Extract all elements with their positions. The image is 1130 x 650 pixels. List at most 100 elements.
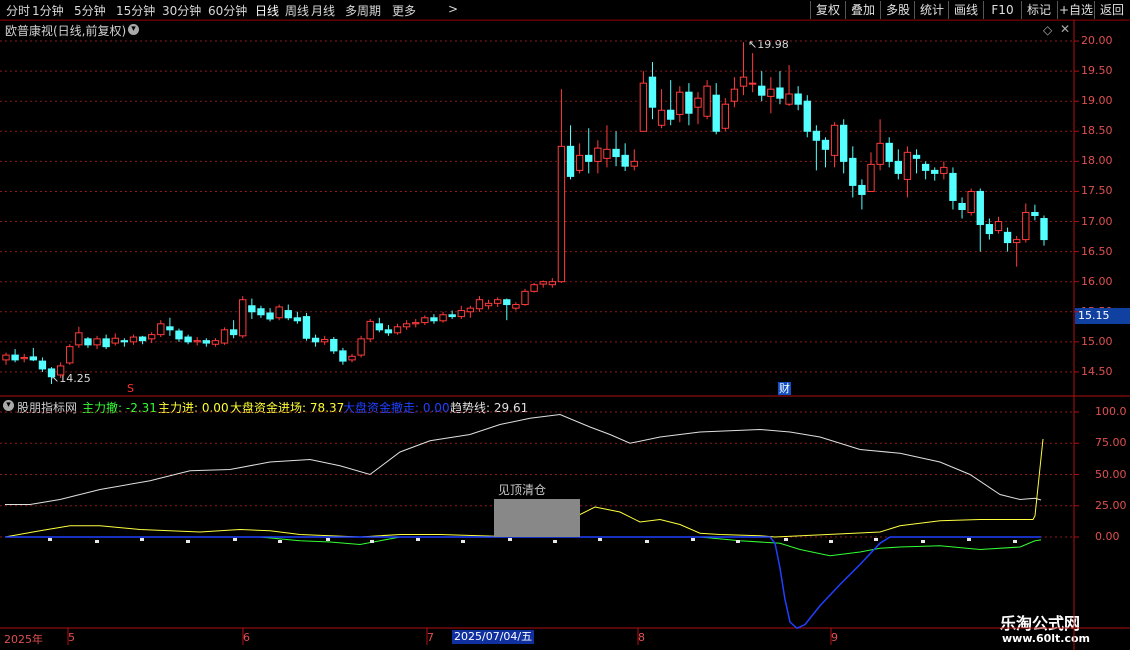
candle[interactable] xyxy=(594,140,602,174)
candle[interactable] xyxy=(712,83,720,135)
candle[interactable] xyxy=(1022,203,1030,243)
candle[interactable] xyxy=(530,282,538,293)
candle[interactable] xyxy=(539,280,547,288)
candle[interactable] xyxy=(120,338,129,347)
candle[interactable] xyxy=(566,125,575,180)
candle[interactable] xyxy=(503,298,511,321)
candle[interactable] xyxy=(348,353,356,363)
candle[interactable] xyxy=(193,337,201,346)
candle[interactable] xyxy=(548,278,557,288)
candle[interactable] xyxy=(894,149,903,180)
candle[interactable] xyxy=(138,335,147,345)
candle[interactable] xyxy=(147,332,156,344)
candle[interactable] xyxy=(211,338,220,347)
candle[interactable] xyxy=(339,347,347,365)
candle[interactable] xyxy=(912,149,921,174)
candle[interactable] xyxy=(903,146,912,198)
candle[interactable] xyxy=(703,80,711,120)
candle[interactable] xyxy=(721,98,730,132)
candle[interactable] xyxy=(384,325,393,336)
candle[interactable] xyxy=(75,326,83,348)
candle[interactable] xyxy=(284,304,292,321)
candle[interactable] xyxy=(739,42,748,96)
candle[interactable] xyxy=(521,288,529,306)
candle[interactable] xyxy=(949,167,957,210)
candle[interactable] xyxy=(157,320,165,338)
candle[interactable] xyxy=(111,333,119,346)
candle[interactable] xyxy=(302,312,311,341)
candle[interactable] xyxy=(767,77,775,114)
candle[interactable] xyxy=(575,143,584,174)
candle[interactable] xyxy=(776,71,784,105)
candle[interactable] xyxy=(821,137,830,168)
candle[interactable] xyxy=(330,337,338,354)
candle[interactable] xyxy=(803,95,811,138)
candle[interactable] xyxy=(184,334,192,345)
candle[interactable] xyxy=(812,125,821,171)
candle[interactable] xyxy=(976,188,984,252)
candle[interactable] xyxy=(940,161,948,180)
candle[interactable] xyxy=(311,334,320,347)
candle[interactable] xyxy=(229,320,238,339)
candle[interactable] xyxy=(885,137,893,168)
candle[interactable] xyxy=(102,334,110,350)
candle[interactable] xyxy=(475,296,484,312)
candle[interactable] xyxy=(676,86,684,123)
candle[interactable] xyxy=(1031,204,1039,221)
candle[interactable] xyxy=(430,314,438,324)
candle[interactable] xyxy=(56,362,65,378)
candle[interactable] xyxy=(38,357,47,372)
candle[interactable] xyxy=(257,305,265,318)
candle[interactable] xyxy=(293,311,302,324)
candle[interactable] xyxy=(266,308,274,322)
candle[interactable] xyxy=(1003,227,1012,252)
candle[interactable] xyxy=(29,347,38,362)
candle[interactable] xyxy=(320,335,329,345)
candle[interactable] xyxy=(93,335,101,350)
candle[interactable] xyxy=(849,146,857,198)
candle[interactable] xyxy=(1040,215,1048,246)
candle[interactable] xyxy=(393,323,402,335)
candle[interactable] xyxy=(412,318,420,328)
chart-canvas[interactable] xyxy=(0,0,1130,650)
candle[interactable] xyxy=(748,53,757,93)
candle[interactable] xyxy=(275,304,283,321)
candle[interactable] xyxy=(166,317,174,336)
candle[interactable] xyxy=(557,89,566,283)
candle[interactable] xyxy=(366,318,374,342)
candle[interactable] xyxy=(858,179,866,210)
candle[interactable] xyxy=(603,125,611,168)
candle[interactable] xyxy=(958,197,966,219)
candle[interactable] xyxy=(239,296,247,339)
candle[interactable] xyxy=(466,305,475,318)
candle[interactable] xyxy=(876,119,884,171)
candle[interactable] xyxy=(830,122,839,168)
candle[interactable] xyxy=(129,334,138,345)
candle[interactable] xyxy=(66,344,74,365)
candle[interactable] xyxy=(357,335,365,358)
candle[interactable] xyxy=(585,128,593,174)
candle[interactable] xyxy=(758,71,766,102)
candle[interactable] xyxy=(730,77,739,108)
candle[interactable] xyxy=(921,161,930,180)
candle[interactable] xyxy=(1012,235,1021,267)
candle[interactable] xyxy=(512,302,520,311)
candle[interactable] xyxy=(639,71,648,132)
candle[interactable] xyxy=(20,353,28,363)
candle[interactable] xyxy=(448,310,456,319)
candle[interactable] xyxy=(994,216,1003,234)
candle[interactable] xyxy=(248,298,256,319)
candle[interactable] xyxy=(439,311,447,323)
candle[interactable] xyxy=(967,188,975,216)
candle[interactable] xyxy=(457,305,465,319)
candle[interactable] xyxy=(375,317,384,333)
candle[interactable] xyxy=(612,131,620,167)
candle[interactable] xyxy=(694,92,702,125)
candle[interactable] xyxy=(175,328,183,342)
candle[interactable] xyxy=(220,327,229,345)
candle[interactable] xyxy=(794,86,802,111)
candle[interactable] xyxy=(666,80,675,126)
candle[interactable] xyxy=(621,143,629,171)
candle[interactable] xyxy=(685,83,693,126)
candle[interactable] xyxy=(931,167,939,181)
